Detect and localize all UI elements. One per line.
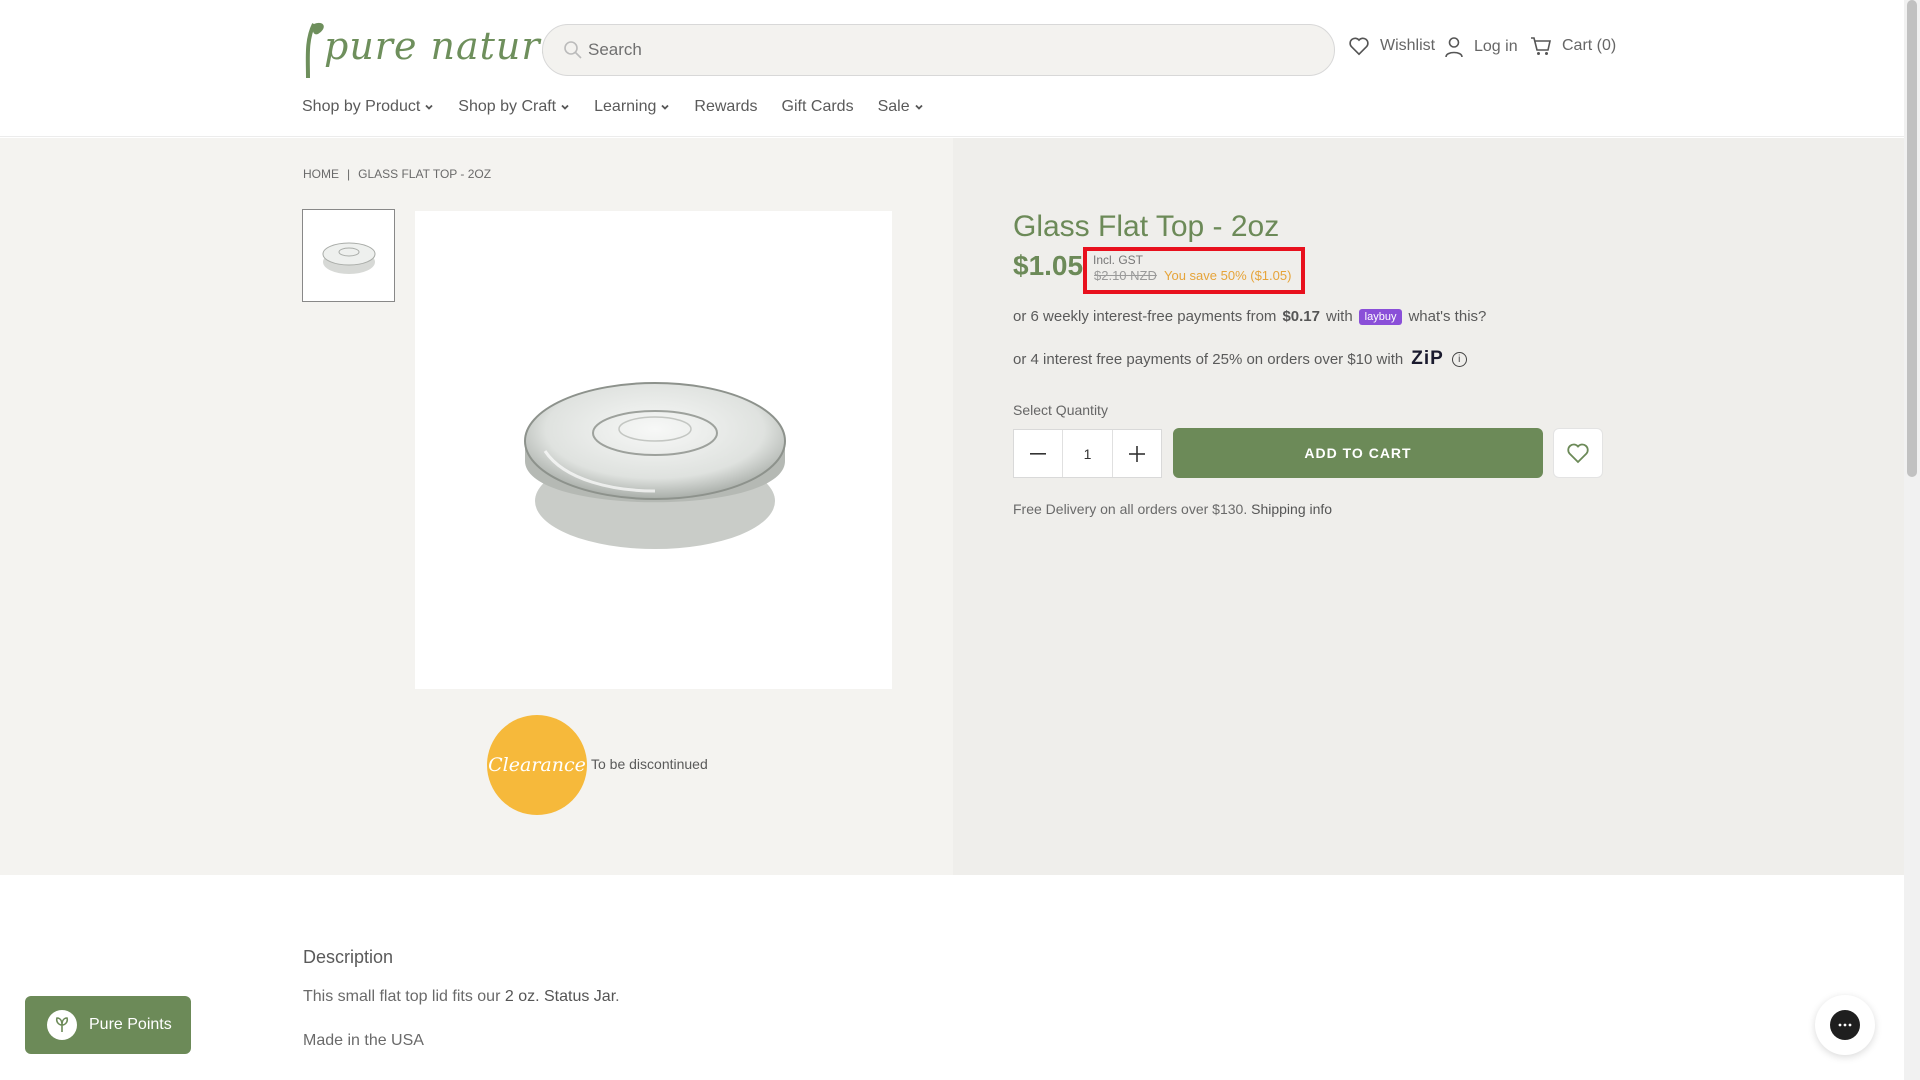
add-to-wishlist-button[interactable] — [1553, 428, 1603, 478]
quantity-label: Select Quantity — [1013, 402, 1108, 418]
zip-logo: ZiP — [1411, 348, 1444, 369]
nav-label: Shop by Product — [302, 98, 421, 115]
product-thumbnail[interactable] — [302, 209, 395, 302]
leaf-icon — [47, 1010, 77, 1040]
shipping-info-link[interactable]: Shipping info — [1251, 501, 1332, 517]
brand-logo[interactable]: pure nature — [300, 18, 563, 80]
breadcrumb-current: GLASS FLAT TOP - 2OZ — [358, 167, 492, 181]
nav-label: Learning — [594, 98, 657, 115]
chevron-down-icon — [425, 104, 433, 110]
quantity-decrease-button[interactable] — [1014, 430, 1062, 477]
zip-text: or 4 interest free payments of 25% on or… — [1013, 350, 1404, 368]
description-origin: Made in the USA — [303, 1032, 424, 1049]
breadcrumb-separator: | — [347, 167, 351, 181]
nav-shop-by-product[interactable]: Shop by Product — [302, 98, 434, 116]
chat-widget-button[interactable] — [1815, 995, 1875, 1055]
delivery-info: Free Delivery on all orders over $130. S… — [1013, 501, 1332, 517]
search-bar[interactable] — [542, 24, 1335, 76]
laybuy-amount: $0.17 — [1282, 308, 1320, 325]
description-paragraph: This small flat top lid fits our 2 oz. S… — [303, 988, 620, 1006]
glass-lid-thumbnail-image — [322, 242, 376, 274]
pure-points-button[interactable]: Pure Points — [25, 996, 191, 1054]
breadcrumb: HOME | GLASS FLAT TOP - 2OZ — [303, 167, 491, 181]
description-text: This small flat top lid fits our — [303, 988, 501, 1005]
chevron-down-icon — [914, 104, 923, 110]
wishlist-link[interactable]: Wishlist — [1348, 36, 1435, 56]
cart-icon — [1531, 37, 1551, 55]
laybuy-prefix: or 6 weekly interest-free payments from — [1013, 308, 1277, 325]
breadcrumb-home[interactable]: HOME — [303, 167, 339, 181]
nav-label: Rewards — [694, 98, 758, 115]
search-input[interactable] — [588, 35, 1308, 65]
info-icon[interactable]: i — [1451, 351, 1467, 367]
laybuy-with: with — [1325, 308, 1353, 325]
heart-icon — [1567, 443, 1589, 464]
discontinued-note: To be discontinued — [591, 756, 708, 772]
user-icon — [1445, 37, 1463, 58]
scrollbar-thumb[interactable] — [1907, 0, 1917, 477]
nav-label: Gift Cards — [781, 98, 854, 115]
nav-rewards[interactable]: Rewards — [694, 98, 757, 116]
status-jar-link[interactable]: 2 oz. Status Jar — [505, 988, 615, 1005]
brand-logo-text: pure nature — [324, 24, 565, 68]
laybuy-logo: laybuy — [1358, 308, 1403, 325]
add-to-cart-button[interactable]: ADD TO CART — [1173, 428, 1543, 478]
description-title: Description — [303, 947, 394, 967]
nav-gift-cards[interactable]: Gift Cards — [782, 98, 854, 116]
clearance-badge: Clearance — [487, 715, 587, 815]
description-text-end: . — [615, 988, 620, 1005]
nav-learning[interactable]: Learning — [594, 98, 670, 116]
zip-info: or 4 interest free payments of 25% on or… — [1013, 348, 1467, 370]
delivery-text: Free Delivery on all orders over $130. — [1013, 501, 1248, 517]
gst-note: Incl. GST — [1093, 253, 1144, 267]
nav-shop-by-craft[interactable]: Shop by Craft — [458, 98, 570, 116]
nav-label: Shop by Craft — [458, 98, 557, 115]
chevron-down-icon — [661, 104, 670, 110]
nav-label: Sale — [877, 98, 910, 115]
login-label: Log in — [1474, 38, 1518, 55]
laybuy-info: or 6 weekly interest-free payments from … — [1013, 308, 1486, 325]
chat-icon — [1830, 1010, 1860, 1040]
quantity-stepper: 1 — [1013, 429, 1162, 478]
cart-label: Cart (0) — [1562, 37, 1617, 54]
laybuy-help-link[interactable]: what's this? — [1408, 308, 1486, 325]
chevron-down-icon — [561, 104, 569, 110]
was-price: $2.10 NZD — [1094, 268, 1157, 283]
product-price: $1.05 — [1013, 250, 1084, 281]
product-main-image[interactable] — [415, 211, 892, 689]
pure-points-label: Pure Points — [89, 1016, 172, 1033]
minus-icon — [1030, 452, 1047, 455]
nav-sale[interactable]: Sale — [878, 98, 924, 116]
search-icon — [564, 41, 582, 59]
quantity-input[interactable]: 1 — [1062, 430, 1113, 477]
heart-icon — [1349, 37, 1369, 56]
login-link[interactable]: Log in — [1444, 36, 1518, 58]
glass-lid-image — [524, 382, 786, 549]
product-title: Glass Flat Top - 2oz — [1013, 210, 1280, 243]
site-header: pure nature Wishlist Log in Cart (0) Sho… — [0, 0, 1904, 137]
savings-text: You save 50% ($1.05) — [1164, 268, 1292, 283]
plus-icon — [1128, 445, 1145, 462]
quantity-increase-button[interactable] — [1113, 430, 1161, 477]
wishlist-label: Wishlist — [1380, 37, 1436, 54]
main-nav: Shop by Product Shop by Craft Learning R… — [302, 98, 924, 116]
cart-link[interactable]: Cart (0) — [1530, 36, 1616, 56]
